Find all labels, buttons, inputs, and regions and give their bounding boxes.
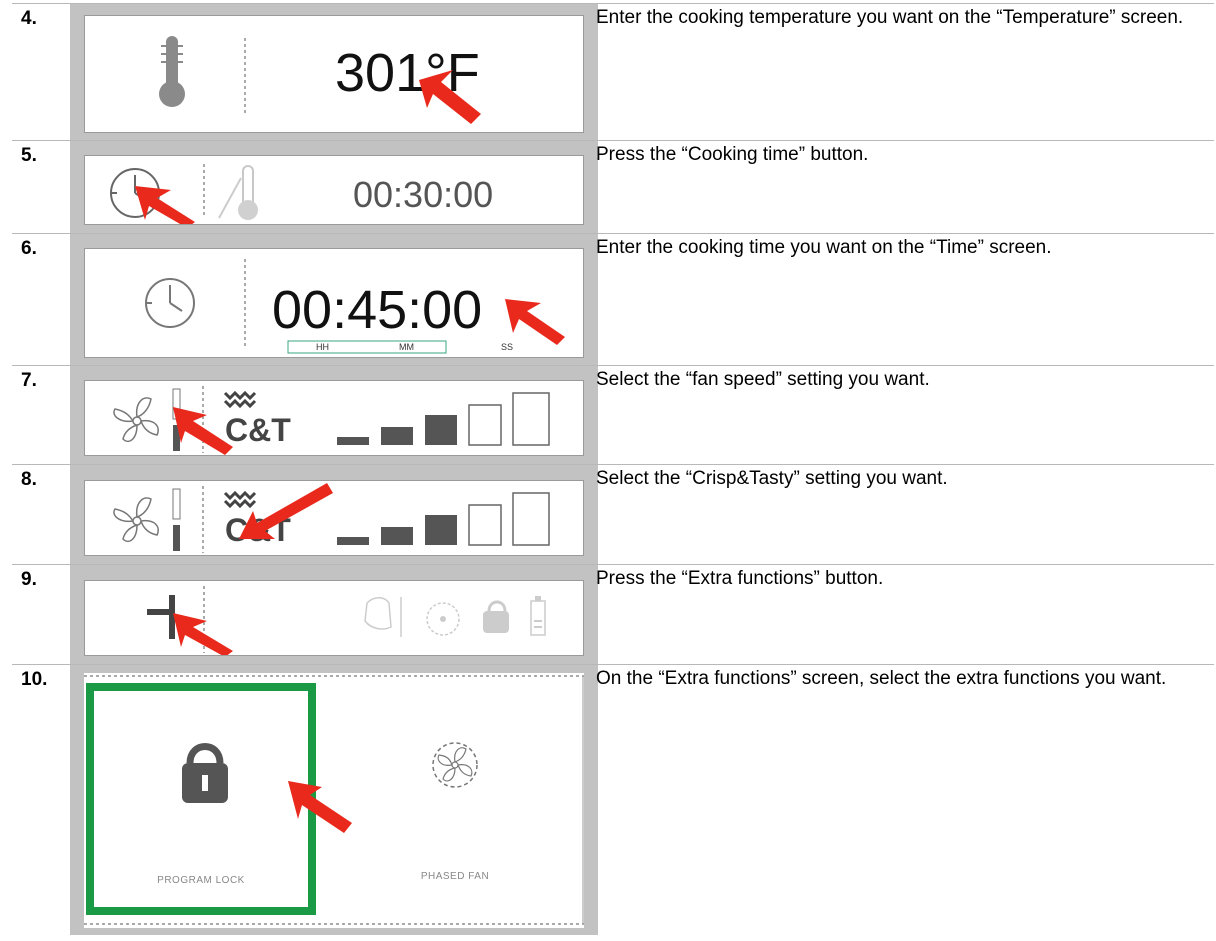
arrow-pointer	[505, 299, 565, 345]
arrow-pointer	[419, 70, 481, 124]
cooking-time-screen: 00:30:00	[84, 155, 584, 225]
step-number: 6.	[21, 238, 37, 259]
arrow-pointer	[135, 186, 195, 224]
arrow-pointer	[173, 407, 233, 455]
step-description: On the “Extra functions” screen, select …	[596, 668, 1167, 689]
step-description: Enter the cooking time you want on the “…	[596, 237, 1052, 258]
step-description: Press the “Extra functions” button.	[596, 568, 884, 589]
temperature-screen: 301°F	[84, 15, 584, 133]
main-screen	[84, 580, 584, 656]
step-number: 4.	[21, 8, 37, 29]
step-number: 10.	[21, 669, 48, 690]
time-screen: 00:45:00 HH MM SS	[84, 248, 584, 358]
arrow-pointer	[173, 613, 233, 655]
crisp-tasty-screen: C&T	[84, 480, 584, 556]
step-description: Select the “fan speed” setting you want.	[596, 369, 930, 390]
step-number: 7.	[21, 370, 37, 391]
step-description: Enter the cooking temperature you want o…	[596, 7, 1184, 28]
arrow-pointer	[288, 781, 352, 833]
step-description: Select the “Crisp&Tasty” setting you wan…	[596, 468, 948, 489]
step-number: 9.	[21, 569, 37, 590]
arrow-pointer	[239, 483, 333, 539]
step-number: 8.	[21, 469, 37, 490]
step-description: Press the “Cooking time” button.	[596, 144, 869, 165]
fan-speed-screen: C&T	[84, 380, 584, 456]
step-number: 5.	[21, 145, 37, 166]
extra-functions-screen: PROGRAM LOCK PHASED FAN	[84, 673, 584, 928]
